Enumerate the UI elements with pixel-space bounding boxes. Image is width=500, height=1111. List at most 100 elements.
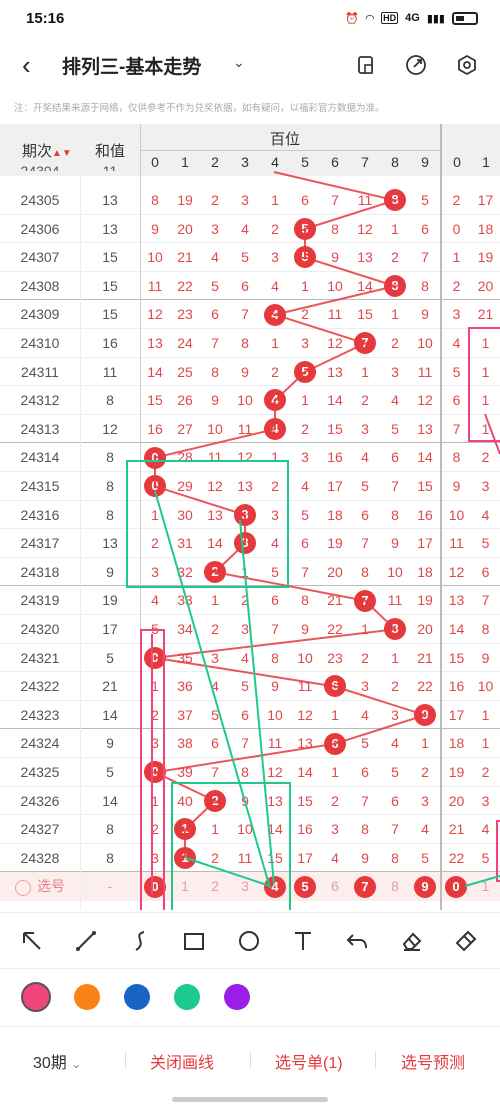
miss-count: 14 <box>357 277 373 294</box>
miss-count: 16 <box>147 420 163 437</box>
table-row[interactable]: 24313 12 16 27 10 11 4 2 15 3 5 13 7 1 <box>0 414 500 444</box>
circle-tool-icon[interactable] <box>235 927 263 955</box>
table-row[interactable]: 24308 15 11 22 5 6 4 1 10 14 8 8 2 20 <box>0 271 500 301</box>
back-button[interactable]: ‹ <box>22 50 31 81</box>
hit-ball[interactable]: 4 <box>264 418 286 441</box>
miss-count: 13 <box>147 335 163 351</box>
table-row[interactable]: 24307 15 10 21 4 5 3 5 9 13 2 7 1 19 <box>0 243 500 272</box>
miss-count: 34 <box>177 621 193 637</box>
text-tool-icon[interactable] <box>289 927 317 955</box>
hit-ball[interactable]: 5 <box>294 246 316 269</box>
miss-count: 2 <box>151 706 159 723</box>
hit-ball[interactable]: 0 <box>144 446 166 469</box>
share-icon[interactable] <box>404 53 428 77</box>
chevron-down-icon[interactable]: ⌄ <box>233 54 245 71</box>
select-ball[interactable]: 0 <box>445 875 467 898</box>
select-row[interactable]: 选号 -0 1 2 3 4 5 6 7 8 9 0 1 <box>0 872 500 901</box>
hit-ball[interactable]: 1 <box>174 847 196 870</box>
table-row[interactable]: 24314 8 0 28 11 12 1 3 16 4 6 14 8 2 <box>0 443 500 472</box>
undo-icon[interactable] <box>343 927 371 955</box>
table-row[interactable]: 24321 5 0 35 3 4 8 10 23 2 1 21 15 9 <box>0 643 500 673</box>
hit-ball[interactable]: 6 <box>324 675 346 698</box>
miss-count: 4 <box>391 392 399 409</box>
home-indicator[interactable] <box>172 1097 328 1102</box>
hit-ball[interactable]: 2 <box>204 561 226 584</box>
prediction-button[interactable]: 选号预测 <box>401 1049 465 1073</box>
hit-ball[interactable]: 8 <box>384 618 406 641</box>
select-ball[interactable]: 0 <box>144 875 166 898</box>
rect-tool-icon[interactable] <box>180 927 208 955</box>
next-group-cell: 3 <box>481 792 490 809</box>
color-swatch-green[interactable] <box>174 984 200 1010</box>
row-sum: 5 <box>106 649 114 666</box>
hit-ball[interactable]: 5 <box>294 360 316 383</box>
period-selector[interactable]: 30期 ⌄ <box>33 1049 81 1073</box>
select-ball[interactable]: 4 <box>264 875 286 898</box>
select-option[interactable]: 6 <box>320 872 350 901</box>
hit-ball[interactable]: 2 <box>204 789 226 812</box>
hit-ball[interactable]: 0 <box>144 646 166 669</box>
table-row[interactable]: 24319 19 4 33 1 2 6 8 21 7 11 19 13 7 <box>0 586 500 615</box>
row-period: 24312 <box>20 392 60 409</box>
select-option[interactable]: 1 <box>471 872 500 901</box>
hit-ball[interactable]: 1 <box>174 818 196 841</box>
table-row[interactable]: 24325 5 0 39 7 8 12 14 1 6 5 2 19 2 <box>0 758 500 787</box>
table-row[interactable]: 24304 11 <box>0 157 500 171</box>
close-draw-button[interactable]: 关闭画线 <box>150 1049 214 1073</box>
curve-tool-icon[interactable] <box>126 927 154 955</box>
table-row[interactable]: 24318 9 3 32 2 1 5 7 20 8 10 18 12 6 <box>0 557 500 587</box>
table-row[interactable]: 24311 11 14 25 8 9 2 5 13 1 3 11 5 1 <box>0 357 500 387</box>
table-row[interactable]: 24315 8 0 29 12 13 2 4 17 5 7 15 9 3 <box>0 472 500 501</box>
trend-table[interactable]: 期次▲▼ 和值 百位 012345678901 24304 11 24305 13 8 1… <box>0 124 500 910</box>
color-swatch-purple[interactable] <box>224 984 250 1010</box>
select-ball[interactable]: 5 <box>294 875 316 898</box>
arrow-tool-icon[interactable] <box>18 927 46 955</box>
hit-ball[interactable]: 4 <box>264 303 286 326</box>
select-option[interactable]: 2 <box>200 872 230 901</box>
hit-ball[interactable]: 3 <box>234 532 256 555</box>
select-option[interactable]: 8 <box>380 872 410 901</box>
table-row[interactable]: 24316 8 1 30 13 3 3 5 18 6 8 16 10 4 <box>0 500 500 530</box>
table-row[interactable]: 24306 13 9 20 3 4 2 5 8 12 1 6 0 18 <box>0 214 500 244</box>
hit-ball[interactable]: 4 <box>264 389 286 412</box>
hit-ball[interactable]: 6 <box>324 732 346 755</box>
hit-ball[interactable]: 9 <box>414 704 436 727</box>
settings-icon[interactable] <box>455 53 479 77</box>
color-swatch-pink[interactable] <box>21 982 51 1012</box>
table-row[interactable]: 24323 14 2 37 5 6 10 12 1 4 3 9 17 1 <box>0 700 500 730</box>
hit-ball[interactable]: 3 <box>234 503 256 526</box>
table-row[interactable]: 24328 8 3 1 2 11 15 17 4 9 8 5 22 5 <box>0 843 500 873</box>
phone-icon[interactable] <box>354 53 378 77</box>
table-row[interactable]: 24309 15 12 23 6 7 4 2 11 15 1 9 3 21 <box>0 300 500 329</box>
page-title[interactable]: 排列三-基本走势 <box>62 52 201 79</box>
eraser-icon[interactable] <box>398 927 426 955</box>
table-row[interactable]: 24324 9 3 38 6 7 11 13 6 5 4 1 18 1 <box>0 729 500 758</box>
hit-ball[interactable]: 7 <box>354 589 376 612</box>
hit-ball[interactable]: 0 <box>144 761 166 784</box>
table-row[interactable]: 24312 8 15 26 9 10 4 1 14 2 4 12 6 1 <box>0 386 500 415</box>
hit-ball[interactable]: 8 <box>384 189 406 212</box>
hit-ball[interactable]: 8 <box>384 275 406 298</box>
select-option[interactable]: 1 <box>170 872 200 901</box>
line-tool-icon[interactable] <box>72 927 100 955</box>
table-row[interactable]: 24320 17 5 34 2 3 7 9 22 1 8 20 14 8 <box>0 615 500 644</box>
miss-count: 7 <box>391 478 399 494</box>
table-row[interactable]: 24317 13 2 31 14 3 4 6 19 7 9 17 11 5 <box>0 529 500 558</box>
hit-ball[interactable]: 5 <box>294 217 316 240</box>
select-ball[interactable]: 9 <box>414 875 436 898</box>
selection-list-button[interactable]: 选号单(1) <box>275 1049 343 1073</box>
hit-ball[interactable]: 0 <box>144 475 166 498</box>
select-ball[interactable]: 7 <box>354 875 376 898</box>
table-row[interactable]: 24327 8 2 1 1 10 14 16 3 8 7 4 21 4 <box>0 815 500 844</box>
table-row[interactable]: 24326 14 1 40 2 9 13 15 2 7 6 3 20 3 <box>0 786 500 816</box>
table-row[interactable]: 24310 16 13 24 7 8 1 3 12 7 2 10 4 1 <box>0 329 500 358</box>
hit-ball[interactable]: 7 <box>354 332 376 355</box>
select-radio-icon[interactable] <box>15 879 31 896</box>
select-option[interactable]: 3 <box>230 872 260 901</box>
next-group-cell: 8 <box>481 621 490 637</box>
table-row[interactable]: 24322 21 1 36 4 5 9 11 6 3 2 22 16 10 <box>0 672 500 701</box>
color-swatch-orange[interactable] <box>74 984 100 1010</box>
clear-brush-icon[interactable] <box>452 927 480 955</box>
color-swatch-blue[interactable] <box>124 984 150 1010</box>
table-row[interactable]: 24305 13 8 19 2 3 1 6 7 11 8 5 2 17 <box>0 186 500 215</box>
